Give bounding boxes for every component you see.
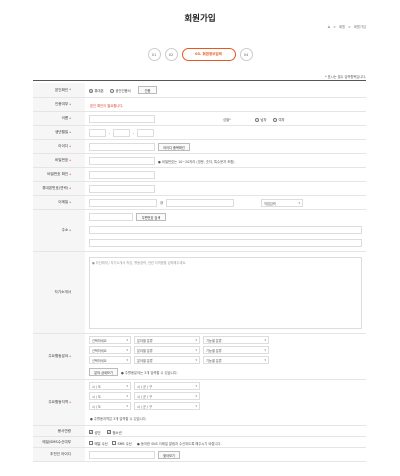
home-icon[interactable]: ⌂ <box>328 24 331 29</box>
row-auth: 인증여부 * 본인 확인이 필요합니다. <box>33 98 366 112</box>
row-volunteer: 봉사연령 ✓ 성인 ✓ 청소년 <box>33 426 366 437</box>
region-select-3-1[interactable]: 시 / 도 ▾ <box>89 402 131 410</box>
email-at: @ <box>160 201 164 205</box>
label-recommender: 추천인 아이디 <box>50 452 71 456</box>
password-confirm-input[interactable] <box>89 171 155 179</box>
label-password-confirm: 비밀번호 확인 <box>47 172 69 176</box>
region-select-3-2[interactable]: 시 / 군 / 구 ▾ <box>134 402 200 410</box>
id-input[interactable] <box>89 143 155 151</box>
label-main-field: 주요활동분야 <box>48 354 69 358</box>
row-name: 이름 * 성별* 남자 여자 <box>33 112 366 126</box>
password-hint: ● 비밀번호는 10~20자리 (영문, 숫자, 특수문자 조합) <box>158 160 235 164</box>
field-select-3-1[interactable]: 선택하세요 ▾ <box>89 356 131 364</box>
recommender-search-button[interactable]: 찾아보기 <box>158 451 180 459</box>
field-select-2-1[interactable]: 선택하세요 ▾ <box>89 346 131 354</box>
email-id-input[interactable] <box>89 199 157 207</box>
zipcode-search-button[interactable]: 우편번호 검색 <box>136 213 166 221</box>
label-name: 이름 <box>61 116 69 120</box>
row-main-region: 주요활동지역 * 시 / 도 ▾ 시 / 군 / 구 ▾ 시 / 도 ▾ 시 / 군 /… <box>33 380 366 426</box>
row-main-field: 주요활동분야 * 선택하세요 ▾ 분야별 분류 ▾ 기능별 분류 ▾ 선택하세요 ▾ 분야… <box>33 334 366 380</box>
label-birth: 생년월일 <box>54 130 69 134</box>
step-1: 01 <box>147 48 161 61</box>
page-title: 회원가입 <box>184 14 216 24</box>
name-input[interactable] <box>89 115 155 123</box>
row-birth: 생년월일 * - - <box>33 126 366 140</box>
breadcrumb: ⌂ > 회원 > 회원가입 <box>328 24 366 29</box>
label-password: 비밀번호 <box>54 158 69 162</box>
step-3-current: 03. 회원정보입력 <box>181 48 236 61</box>
birth-month-input[interactable] <box>113 129 130 137</box>
field-detail-button[interactable]: 분야 상세보기 <box>89 368 118 376</box>
field-select-3-3[interactable]: 기능별 분류 ▾ <box>203 356 269 364</box>
field-select-2-2[interactable]: 분야별 분류 ▾ <box>134 346 200 354</box>
zipcode-input[interactable] <box>89 213 133 221</box>
label-main-region: 주요활동지역 <box>48 400 69 404</box>
birth-day-input[interactable] <box>137 129 154 137</box>
region-select-2-2[interactable]: 시 / 군 / 구 ▾ <box>134 392 200 400</box>
recommender-input[interactable] <box>89 451 155 459</box>
step-2: 02 <box>164 48 178 61</box>
breadcrumb-sep: > <box>348 24 351 29</box>
row-intro: 자기소개서 ● 자신에게 / 자기소개서 작성, 활동경력, 관련 자격증을 입… <box>33 252 366 334</box>
breadcrumb-sep: > <box>333 24 337 29</box>
label-intro: 자기소개서 <box>54 290 71 294</box>
label-identity: 본인확인 <box>54 87 69 92</box>
volunteer-adult-checkbox[interactable]: ✓ 성인 <box>89 430 101 435</box>
auth-status-text: 본인 확인이 필요합니다. <box>90 104 124 108</box>
row-sms: 메일/SMS수신여부 메일 수신 SMS 수신 ● 동의한 SNS 이메일 알림… <box>33 437 366 448</box>
row-phone: 휴대폰번호(연락) * <box>33 182 366 196</box>
id-check-button[interactable]: 아이디 중복확인 <box>158 143 190 151</box>
breadcrumb-current: 회원가입 <box>353 25 366 29</box>
row-recommender: 추천인 아이디 찾아보기 <box>33 448 366 462</box>
volunteer-youth-checkbox[interactable]: ✓ 청소년 <box>107 430 122 435</box>
email-domain-input[interactable] <box>166 199 234 207</box>
field-select-1-1[interactable]: 선택하세요 ▾ <box>89 336 131 344</box>
field-select-2-3[interactable]: 기능별 분류 ▾ <box>203 346 269 354</box>
sms-note: ● 동의한 SNS 이메일 알림과 수신되도록 해주시기 바랍니다. <box>137 441 222 446</box>
phone-input[interactable] <box>89 185 155 193</box>
row-password-confirm: 비밀번호 확인 * <box>33 168 366 182</box>
region-select-2-1[interactable]: 시 / 도 ▾ <box>89 392 131 400</box>
field-select-1-3[interactable]: 기능별 분류 ▾ <box>203 336 269 344</box>
row-address: 주소 * 우편번호 검색 <box>33 210 366 252</box>
row-password: 비밀번호 * ● 비밀번호는 10~20자리 (영문, 숫자, 특수문자 조합) <box>33 154 366 168</box>
radio-cert[interactable]: 공인인증서 <box>110 88 131 93</box>
label-address: 주소 <box>61 228 69 232</box>
intro-textarea[interactable]: ● 자신에게 / 자기소개서 작성, 활동경력, 관련 자격증을 입력해주세요. <box>89 257 362 329</box>
birth-year-input[interactable] <box>89 129 106 137</box>
step-indicator: 01 02 03. 회원정보입력 04 <box>0 48 400 61</box>
radio-phone[interactable]: 휴대폰 <box>89 88 104 93</box>
address-input[interactable] <box>89 226 362 234</box>
row-email: 이메일 * @ 직접입력 ▾ <box>33 196 366 210</box>
label-email: 이메일 <box>58 200 69 204</box>
region-select-1-2[interactable]: 시 / 군 / 구 ▾ <box>134 382 200 390</box>
radio-female[interactable]: 여자 <box>273 117 285 122</box>
signup-form: 본인확인 * 휴대폰 공인인증서 인증 인증여부 * 본인 확인이 필요합니다. 이… <box>33 80 366 462</box>
verify-button[interactable]: 인증 <box>138 86 157 94</box>
field-select-1-2[interactable]: 분야별 분류 ▾ <box>134 336 200 344</box>
field-select-3-2[interactable]: 분야별 분류 ▾ <box>134 356 200 364</box>
region-select-1-1[interactable]: 시 / 도 ▾ <box>89 382 131 390</box>
address-detail-input[interactable] <box>89 239 362 247</box>
breadcrumb-member[interactable]: 회원 <box>339 24 345 29</box>
region-note: ● 주활동지역은 3개 입력할 수 있습니다. <box>90 417 147 421</box>
email-domain-select[interactable]: 직접입력 ▾ <box>261 199 303 207</box>
field-note: ● 주활동분야는 3개 입력할 수 있습니다. <box>121 371 178 375</box>
label-sms: 메일/SMS수신여부 <box>42 439 71 444</box>
label-auth: 인증여부 <box>54 102 69 106</box>
row-id: 아이디 * 아이디 중복확인 <box>33 140 366 154</box>
password-input[interactable] <box>89 157 155 165</box>
row-identity: 본인확인 * 휴대폰 공인인증서 인증 <box>33 83 366 98</box>
required-note: * 표시는 필수 입력항목입니다. <box>325 75 366 79</box>
mail-consent-checkbox[interactable]: 메일 수신 <box>89 441 108 446</box>
radio-male[interactable]: 남자 <box>255 117 267 122</box>
sms-consent-checkbox[interactable]: SMS 수신 <box>112 441 132 446</box>
label-volunteer: 봉사연령 <box>57 428 71 433</box>
label-id: 아이디 <box>58 144 69 148</box>
step-4: 04 <box>239 48 253 61</box>
label-gender: 성별* <box>223 118 231 122</box>
label-phone: 휴대폰번호(연락) <box>42 186 69 190</box>
